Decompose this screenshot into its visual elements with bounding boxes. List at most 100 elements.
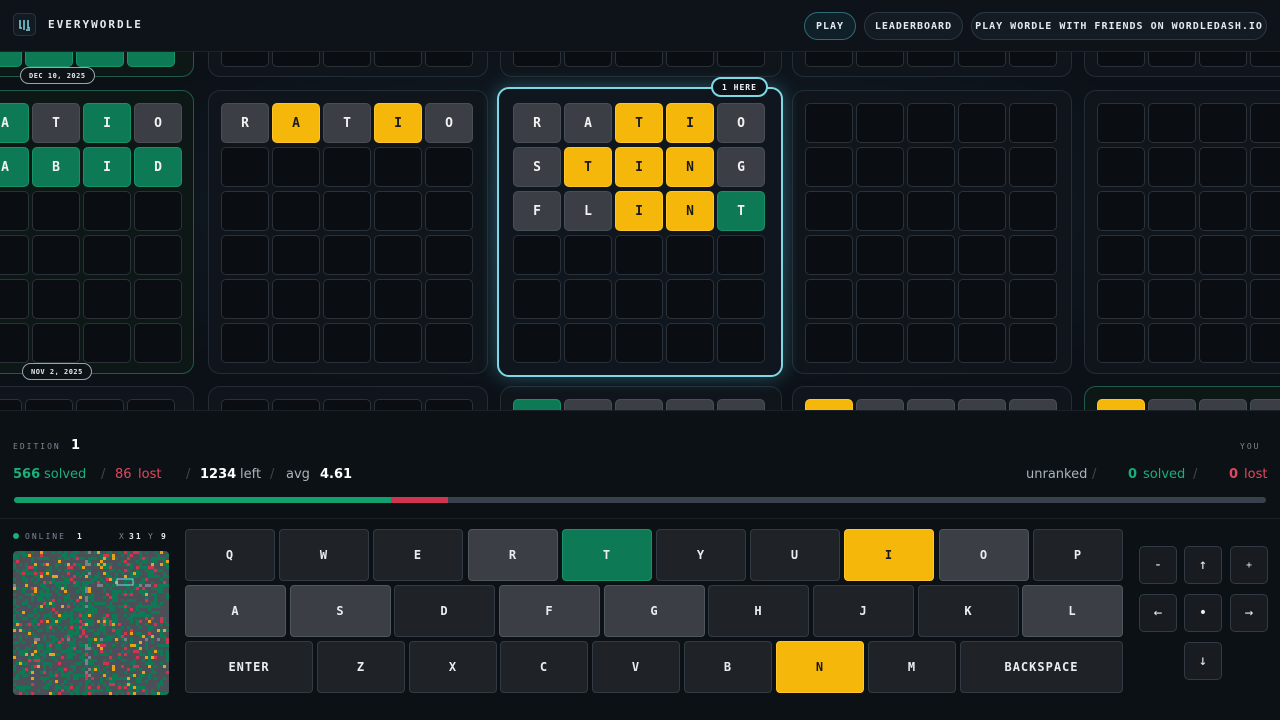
board-tile bbox=[1148, 323, 1196, 363]
key-backspace[interactable]: BACKSPACE bbox=[960, 641, 1123, 693]
board-tile bbox=[1199, 52, 1247, 67]
key-c[interactable]: C bbox=[500, 641, 588, 693]
key-t[interactable]: T bbox=[562, 529, 652, 581]
key-h[interactable]: H bbox=[708, 585, 809, 637]
board-tile bbox=[1009, 103, 1057, 143]
left-arrow-button[interactable]: ← bbox=[1139, 594, 1177, 632]
board-tile bbox=[564, 323, 612, 363]
key-a[interactable]: A bbox=[185, 585, 286, 637]
down-arrow-button[interactable]: ↓ bbox=[1184, 642, 1222, 680]
leaderboard-button[interactable]: LEADERBOARD bbox=[864, 12, 963, 40]
board-tile bbox=[1009, 191, 1057, 231]
key-enter[interactable]: ENTER bbox=[185, 641, 313, 693]
key-i[interactable]: I bbox=[844, 529, 934, 581]
wordledash-promo-button[interactable]: PLAY WORDLE WITH FRIENDS ON WORDLEDASH.I… bbox=[971, 12, 1267, 40]
board-tile: T bbox=[615, 103, 663, 143]
zoom-in-button[interactable]: + bbox=[1230, 546, 1268, 584]
my-solved-text: solved bbox=[1143, 467, 1186, 482]
board-tile: G bbox=[717, 147, 765, 187]
board-tile bbox=[272, 235, 320, 275]
board-tile bbox=[76, 52, 124, 67]
board-tile bbox=[323, 323, 371, 363]
progress-solved-fill bbox=[14, 497, 391, 503]
board-tile bbox=[374, 52, 422, 67]
board-tile: T bbox=[564, 147, 612, 187]
key-s[interactable]: S bbox=[290, 585, 391, 637]
key-r[interactable]: R bbox=[468, 529, 558, 581]
board-tile bbox=[615, 235, 663, 275]
board-tile bbox=[1097, 52, 1145, 67]
board-tile bbox=[374, 147, 422, 187]
key-w[interactable]: W bbox=[279, 529, 369, 581]
board-tile bbox=[564, 279, 612, 319]
online-count: 1 bbox=[77, 532, 84, 541]
board-tile bbox=[323, 191, 371, 231]
board-tile bbox=[513, 399, 561, 410]
progress-lost-fill bbox=[390, 497, 449, 503]
board-tile bbox=[425, 235, 473, 275]
board-tile bbox=[1148, 147, 1196, 187]
board-tile bbox=[513, 52, 561, 67]
key-b[interactable]: B bbox=[684, 641, 772, 693]
key-v[interactable]: V bbox=[592, 641, 680, 693]
key-e[interactable]: E bbox=[373, 529, 463, 581]
board-tile: I bbox=[615, 191, 663, 231]
key-p[interactable]: P bbox=[1033, 529, 1123, 581]
key-j[interactable]: J bbox=[813, 585, 914, 637]
lost-text: lost bbox=[138, 467, 162, 482]
board-tile bbox=[958, 147, 1006, 187]
board-tile bbox=[374, 235, 422, 275]
board-tile bbox=[1250, 235, 1280, 275]
key-q[interactable]: Q bbox=[185, 529, 275, 581]
my-solved-count: 0 bbox=[1128, 467, 1138, 482]
right-arrow-button[interactable]: → bbox=[1230, 594, 1268, 632]
key-k[interactable]: K bbox=[918, 585, 1019, 637]
board-tile bbox=[323, 399, 371, 410]
board-tile bbox=[1250, 52, 1280, 67]
up-arrow-button[interactable]: ↑ bbox=[1184, 546, 1222, 584]
board-tile bbox=[1250, 103, 1280, 143]
board-tile bbox=[0, 191, 29, 231]
board-tile bbox=[221, 147, 269, 187]
logo-icon[interactable] bbox=[13, 13, 36, 36]
center-button[interactable]: • bbox=[1184, 594, 1222, 632]
board-tile bbox=[666, 323, 714, 363]
zoom-out-button[interactable]: - bbox=[1139, 546, 1177, 584]
date-tag-bottom: NOV 2, 2025 bbox=[22, 363, 92, 380]
key-x[interactable]: X bbox=[409, 641, 497, 693]
board-tile bbox=[1097, 399, 1145, 410]
date-tag-top: DEC 10, 2025 bbox=[20, 67, 95, 84]
key-y[interactable]: Y bbox=[656, 529, 746, 581]
board-tile bbox=[134, 235, 182, 275]
board-tile bbox=[425, 279, 473, 319]
play-button[interactable]: PLAY bbox=[804, 12, 856, 40]
board-tile bbox=[958, 191, 1006, 231]
board-tile: O bbox=[134, 103, 182, 143]
my-lost-count: 0 bbox=[1229, 467, 1239, 482]
avg-text: avg bbox=[286, 467, 310, 482]
key-m[interactable]: M bbox=[868, 641, 956, 693]
my-lost-text: lost bbox=[1244, 467, 1268, 482]
key-d[interactable]: D bbox=[394, 585, 495, 637]
key-g[interactable]: G bbox=[604, 585, 705, 637]
key-o[interactable]: O bbox=[939, 529, 1029, 581]
board-tile bbox=[958, 235, 1006, 275]
board-tile bbox=[1199, 147, 1247, 187]
board-tile bbox=[856, 147, 904, 187]
key-f[interactable]: F bbox=[499, 585, 600, 637]
board-tile bbox=[615, 279, 663, 319]
key-l[interactable]: L bbox=[1022, 585, 1123, 637]
board-tile bbox=[856, 235, 904, 275]
key-z[interactable]: Z bbox=[317, 641, 405, 693]
board-tile bbox=[1097, 235, 1145, 275]
board-tile bbox=[1009, 279, 1057, 319]
key-n[interactable]: N bbox=[776, 641, 864, 693]
boards-viewport[interactable]: ATIOABIDRATIORATIOSTINGFLINT bbox=[0, 52, 1280, 410]
brand-name: EVERYWORDLE bbox=[48, 18, 143, 31]
board-tile bbox=[0, 279, 29, 319]
minimap[interactable] bbox=[13, 551, 169, 695]
board-tile bbox=[1250, 323, 1280, 363]
board-tile bbox=[717, 323, 765, 363]
board-tile bbox=[83, 235, 131, 275]
key-u[interactable]: U bbox=[750, 529, 840, 581]
